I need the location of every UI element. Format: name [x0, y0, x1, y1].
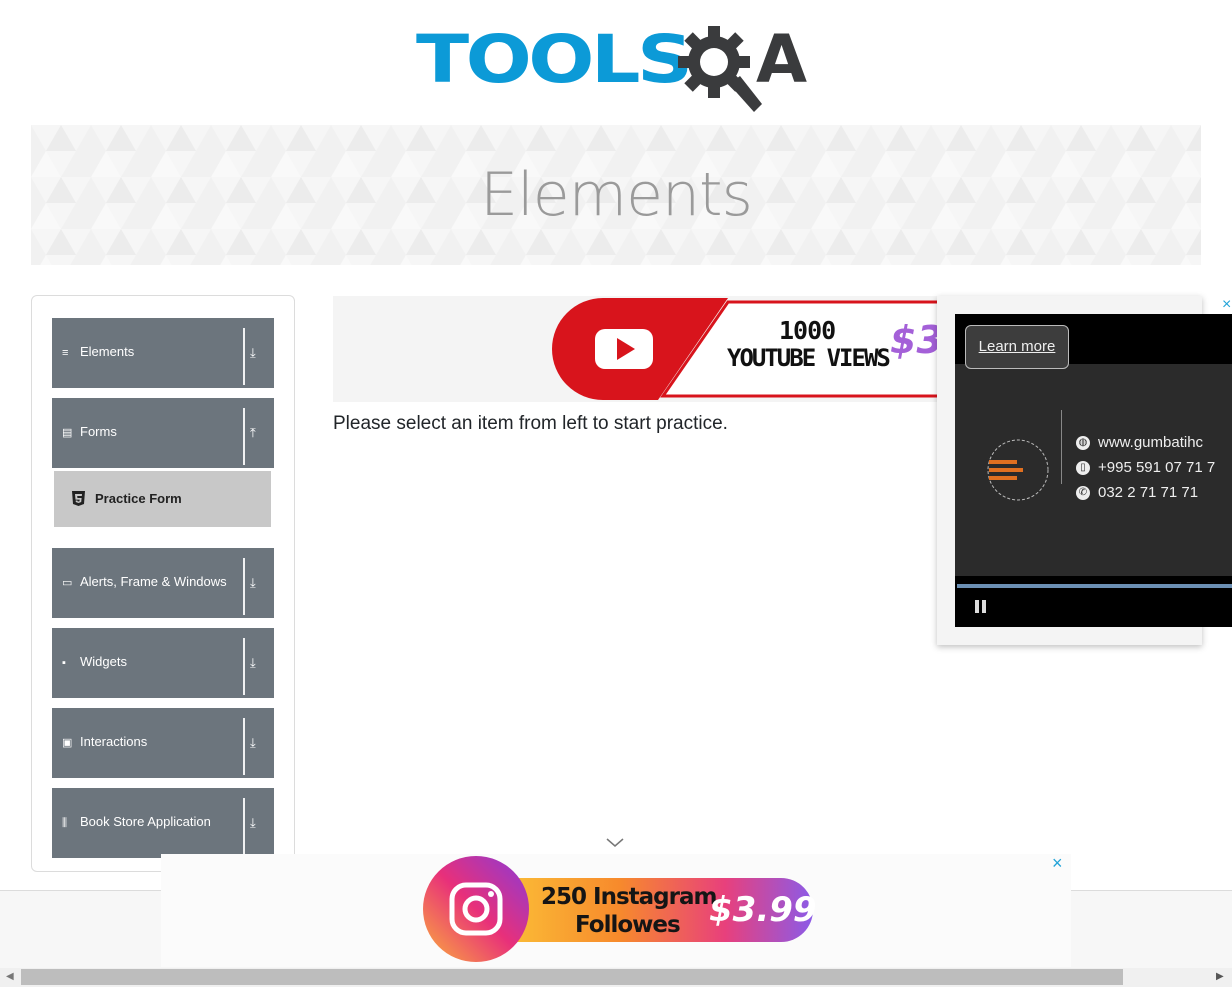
sidebar-group-forms[interactable]: ▤ Forms ⤒ — [52, 398, 274, 468]
logo-text-a: A — [756, 21, 808, 98]
video-ad-player[interactable]: ◍ www.gumbatihc ▯ +995 591 07 71 7 ✆ 032 2 … — [955, 314, 1232, 627]
sidebar-group-book-store-application[interactable]: ⫼ Book Store Application ⤓ — [52, 788, 274, 858]
video-frame: ◍ www.gumbatihc ▯ +995 591 07 71 7 ✆ 032 2 … — [955, 364, 1232, 576]
globe-icon: ◍ — [1076, 436, 1090, 451]
phone-icon: ✆ — [1076, 486, 1090, 501]
scroll-left-arrow-icon[interactable]: ◀ — [6, 971, 14, 982]
ad-website: www.gumbatihc — [1098, 434, 1204, 451]
sidebar-group-alerts-frame-windows[interactable]: ▭ Alerts, Frame & Windows ⤓ — [52, 548, 274, 618]
download-arrow-icon: ⤓ — [250, 735, 256, 750]
sidebar-group-elements[interactable]: ≡ Elements ⤓ — [52, 318, 274, 388]
horizontal-scrollbar[interactable]: ◀ ▶ — [0, 968, 1232, 987]
divider — [243, 408, 245, 465]
ad-subheadline: YOUTUBE VIEWS — [727, 344, 891, 372]
divider — [1061, 410, 1062, 484]
window-icon: ▭ — [62, 577, 73, 589]
html5-icon — [72, 491, 85, 506]
ad-subheadline: Followes — [575, 912, 681, 938]
video-ad-close-icon[interactable]: × — [1222, 296, 1231, 314]
divider — [243, 328, 245, 385]
sidebar-item-practice-form[interactable]: Practice Form — [54, 471, 271, 527]
divider — [243, 718, 245, 775]
divider — [243, 558, 245, 615]
ad-price: $3. — [890, 318, 938, 362]
grid-icon: ▪ — [62, 657, 66, 669]
ad-website-row: ◍ www.gumbatihc — [1076, 434, 1203, 451]
cursor-box-icon: ▣ — [62, 737, 73, 749]
ad-headline: 1000 — [779, 316, 836, 345]
sidebar-item-label: Practice Form — [95, 491, 182, 506]
instruction-text: Please select an item from left to start… — [333, 413, 728, 434]
scroll-right-arrow-icon[interactable]: ▶ — [1216, 971, 1224, 982]
sidebar-group-label: Elements — [80, 344, 135, 359]
logo-seal-icon — [987, 439, 1049, 501]
sidebar-group-label: Alerts, Frame & Windows — [80, 574, 227, 589]
sidebar-group-label: Book Store Application — [80, 814, 211, 829]
bottom-ad-close-icon[interactable]: × — [1052, 853, 1063, 874]
learn-more-button[interactable]: Learn more — [965, 325, 1069, 369]
sidebar-group-label: Forms — [80, 424, 117, 439]
ad-phone: 032 2 71 71 71 — [1098, 484, 1199, 501]
books-icon: ⫼ — [62, 817, 68, 829]
chevron-down-icon[interactable] — [606, 836, 624, 848]
ad-headline: 250 Instagram — [541, 884, 717, 910]
ad-mobile-row: ▯ +995 591 07 71 7 — [1076, 459, 1215, 476]
mobile-phone-icon: ▯ — [1076, 461, 1090, 476]
ad-phone-row: ✆ 032 2 71 71 71 — [1076, 484, 1198, 501]
sidebar: ≡ Elements ⤓ ▤ Forms ⤒ Practice Form ▭ A… — [31, 295, 295, 872]
logo-text-tools: TOOLS — [416, 21, 693, 98]
sidebar-group-interactions[interactable]: ▣ Interactions ⤓ — [52, 708, 274, 778]
download-arrow-icon: ⤓ — [250, 345, 256, 360]
sidebar-group-label: Interactions — [80, 734, 148, 749]
instagram-ad-graphic — [423, 856, 813, 962]
ad-mobile: +995 591 07 71 7 — [1098, 459, 1216, 476]
video-progress-bar[interactable] — [957, 584, 1232, 588]
pause-icon[interactable] — [975, 600, 987, 613]
document-icon: ▤ — [62, 427, 73, 439]
download-arrow-icon: ⤓ — [250, 575, 256, 590]
youtube-views-ad[interactable]: 1000 YOUTUBE VIEWS $3. — [333, 296, 938, 402]
ad-price: $3.99 — [709, 890, 817, 930]
upload-arrow-icon: ⤒ — [250, 425, 256, 440]
sidebar-group-widgets[interactable]: ▪ Widgets ⤓ — [52, 628, 274, 698]
download-arrow-icon: ⤓ — [250, 655, 256, 670]
page-title: Elements — [480, 160, 753, 230]
gear-magnifier-icon — [678, 26, 762, 112]
scrollbar-thumb[interactable] — [21, 969, 1123, 985]
download-arrow-icon: ⤓ — [250, 815, 256, 830]
list-icon: ≡ — [62, 347, 69, 359]
divider — [243, 638, 245, 695]
sidebar-group-label: Widgets — [80, 654, 127, 669]
divider — [243, 798, 245, 855]
toolsqa-logo[interactable]: TOOLS A — [416, 20, 820, 112]
instagram-followers-ad[interactable]: 250 Instagram Followes $3.99 — [161, 854, 1071, 967]
